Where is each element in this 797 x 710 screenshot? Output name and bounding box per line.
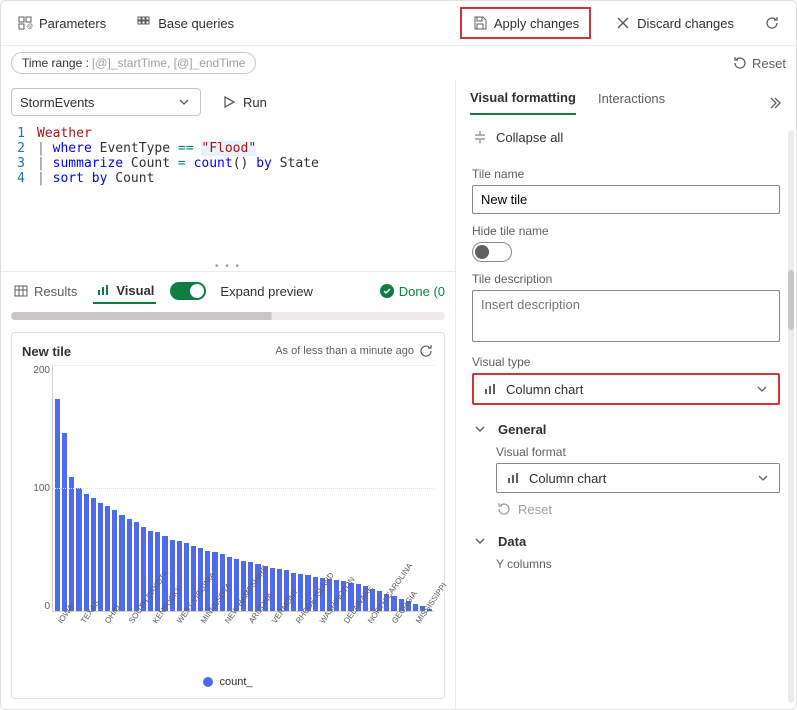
base-queries-button[interactable]: Base queries bbox=[130, 11, 240, 35]
bar[interactable] bbox=[76, 488, 81, 611]
hide-tile-name-toggle[interactable] bbox=[472, 242, 512, 262]
vertical-scrollbar[interactable] bbox=[788, 130, 794, 703]
time-range-value: [@]_startTime, [@]_endTime bbox=[92, 56, 246, 70]
chevron-down-icon bbox=[472, 533, 488, 549]
save-icon bbox=[472, 15, 488, 31]
tile-name-input[interactable] bbox=[472, 185, 780, 214]
query-editor[interactable]: 1Weather2| where EventType == "Flood"3| … bbox=[1, 124, 455, 192]
tile-name-label: Tile name bbox=[472, 167, 780, 181]
tab-visual[interactable]: Visual bbox=[93, 278, 156, 304]
refresh-button[interactable] bbox=[758, 11, 786, 35]
datasource-dropdown[interactable]: StormEvents bbox=[11, 88, 201, 116]
parameters-label: Parameters bbox=[39, 16, 106, 31]
bar[interactable] bbox=[119, 515, 124, 611]
reset-label: Reset bbox=[752, 56, 786, 71]
tab-results-label: Results bbox=[34, 284, 77, 299]
chevron-down-icon bbox=[176, 94, 192, 110]
visual-type-value: Column chart bbox=[506, 382, 583, 397]
apply-changes-label: Apply changes bbox=[494, 16, 579, 31]
bar[interactable] bbox=[55, 399, 60, 611]
top-toolbar: @ Parameters Base queries Apply changes … bbox=[1, 1, 796, 46]
parameters-button[interactable]: @ Parameters bbox=[11, 11, 112, 35]
bar[interactable] bbox=[69, 477, 74, 611]
play-icon bbox=[221, 94, 237, 110]
bar[interactable] bbox=[391, 596, 396, 611]
apply-changes-button[interactable]: Apply changes bbox=[460, 7, 591, 39]
collapse-all-button[interactable]: Collapse all bbox=[472, 125, 780, 157]
base-queries-label: Base queries bbox=[158, 16, 234, 31]
reset-button[interactable]: Reset bbox=[732, 55, 786, 71]
visual-format-value: Column chart bbox=[529, 471, 606, 486]
bar[interactable] bbox=[127, 519, 132, 611]
time-range-pill[interactable]: Time range : [@]_startTime, [@]_endTime bbox=[11, 52, 256, 74]
refresh-icon[interactable] bbox=[418, 343, 434, 359]
table-icon bbox=[13, 283, 29, 299]
time-range-bar: Time range : [@]_startTime, [@]_endTime … bbox=[1, 46, 796, 80]
chevron-down-icon bbox=[472, 421, 488, 437]
visual-type-label: Visual type bbox=[472, 355, 780, 369]
undo-icon bbox=[732, 55, 748, 71]
datasource-value: StormEvents bbox=[20, 95, 94, 110]
column-chart-icon bbox=[505, 470, 521, 486]
bar[interactable] bbox=[270, 568, 275, 611]
discard-changes-label: Discard changes bbox=[637, 16, 734, 31]
section-data[interactable]: Data bbox=[472, 533, 780, 549]
chevron-down-icon bbox=[755, 470, 771, 486]
query-status-label: Done (0 bbox=[399, 284, 445, 299]
bar[interactable] bbox=[84, 494, 89, 611]
tile-description-label: Tile description bbox=[472, 272, 780, 286]
bar[interactable] bbox=[105, 506, 110, 611]
expand-icon[interactable] bbox=[766, 95, 782, 111]
chart: 2001000 IOWATEXASOHIOSOUTH DAKOTAKENTUCK… bbox=[22, 365, 434, 672]
bar[interactable] bbox=[98, 503, 103, 611]
visual-format-dropdown[interactable]: Column chart bbox=[496, 463, 780, 493]
bar[interactable] bbox=[91, 498, 96, 611]
horizontal-scrollbar[interactable] bbox=[11, 312, 445, 320]
check-circle-icon bbox=[379, 283, 395, 299]
bar[interactable] bbox=[62, 433, 67, 611]
section-general[interactable]: General bbox=[472, 421, 780, 437]
chart-legend: count_ bbox=[22, 676, 434, 688]
column-chart-icon bbox=[482, 381, 498, 397]
query-status: Done (0 bbox=[379, 283, 445, 299]
svg-text:@: @ bbox=[27, 24, 33, 30]
tab-interactions[interactable]: Interactions bbox=[598, 91, 665, 114]
time-range-label: Time range : bbox=[22, 56, 89, 70]
run-button[interactable]: Run bbox=[211, 89, 277, 115]
chevron-down-icon bbox=[754, 381, 770, 397]
chart-icon bbox=[95, 282, 111, 298]
close-icon bbox=[615, 15, 631, 31]
collapse-icon bbox=[472, 129, 488, 145]
visual-format-label: Visual format bbox=[496, 445, 780, 459]
legend-dot bbox=[203, 677, 213, 687]
base-queries-icon bbox=[136, 15, 152, 31]
bar[interactable] bbox=[177, 541, 182, 611]
tab-results[interactable]: Results bbox=[11, 279, 79, 303]
hide-tile-name-label: Hide tile name bbox=[472, 224, 780, 238]
tile-description-input[interactable] bbox=[472, 290, 780, 342]
visual-type-dropdown[interactable]: Column chart bbox=[472, 373, 780, 405]
undo-icon bbox=[496, 501, 512, 517]
formatting-panel: Visual formatting Interactions Collapse … bbox=[456, 80, 796, 709]
bar[interactable] bbox=[413, 604, 418, 611]
expand-preview-label: Expand preview bbox=[220, 284, 313, 299]
discard-changes-button[interactable]: Discard changes bbox=[609, 11, 740, 35]
tile-card: New tile As of less than a minute ago 20… bbox=[11, 332, 445, 699]
query-bar: StormEvents Run bbox=[1, 80, 455, 124]
tile-title: New tile bbox=[22, 344, 71, 359]
tab-visual-formatting[interactable]: Visual formatting bbox=[470, 90, 576, 115]
y-columns-label: Y columns bbox=[496, 557, 780, 571]
tile-timestamp: As of less than a minute ago bbox=[275, 343, 434, 359]
general-reset-button[interactable]: Reset bbox=[496, 501, 780, 517]
bar[interactable] bbox=[134, 522, 139, 611]
run-label: Run bbox=[243, 95, 267, 110]
expand-preview-toggle[interactable] bbox=[170, 282, 206, 300]
refresh-icon bbox=[764, 15, 780, 31]
drag-handle[interactable]: • • • bbox=[1, 261, 455, 271]
results-tabs: Results Visual Expand preview Done (0 bbox=[1, 271, 455, 310]
parameters-icon: @ bbox=[17, 15, 33, 31]
bar[interactable] bbox=[112, 510, 117, 611]
tab-visual-label: Visual bbox=[116, 283, 154, 298]
collapse-all-label: Collapse all bbox=[496, 130, 563, 145]
